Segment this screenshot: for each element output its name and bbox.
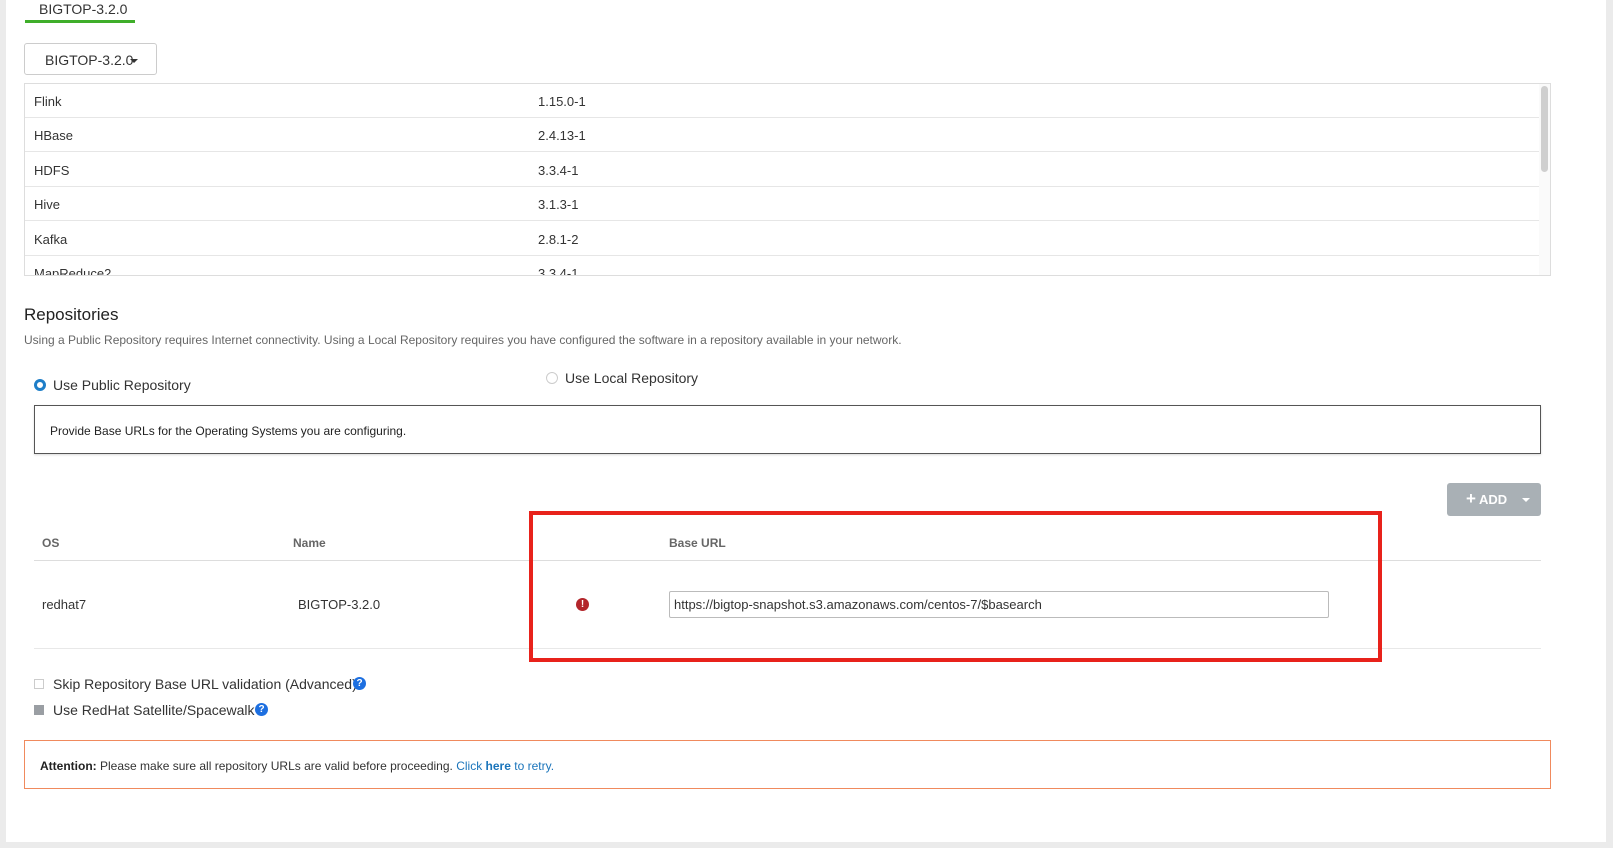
table-row: HDFS 3.3.4-1 <box>25 153 1540 187</box>
add-button-label: ADD <box>1479 492 1508 507</box>
column-header-name: Name <box>293 536 326 550</box>
attention-alert: Attention: Please make sure all reposito… <box>24 740 1551 789</box>
column-header-os: OS <box>42 536 60 550</box>
service-name: HBase <box>34 128 74 143</box>
retry-link-text[interactable]: to retry. <box>514 759 554 773</box>
service-name: MapReduce2 <box>34 266 112 276</box>
info-text: Provide Base URLs for the Operating Syst… <box>50 424 407 438</box>
chevron-down-icon <box>1522 498 1530 502</box>
table-row: MapReduce2 3.3.4-1 <box>25 256 1540 276</box>
service-name: Kafka <box>34 232 68 247</box>
add-os-button[interactable]: + ADD <box>1447 483 1541 516</box>
radio-local-repository[interactable] <box>546 372 558 384</box>
plus-icon: + <box>1466 489 1476 508</box>
service-version: 3.3.4-1 <box>538 266 579 276</box>
help-icon[interactable]: ? <box>255 703 268 716</box>
service-version: 2.4.13-1 <box>538 128 586 143</box>
repositories-title: Repositories <box>24 305 119 324</box>
service-name: Flink <box>34 94 62 109</box>
radio-public-label[interactable]: Use Public Repository <box>53 377 191 393</box>
skip-validation-label[interactable]: Skip Repository Base URL validation (Adv… <box>53 676 357 692</box>
service-version: 3.3.4-1 <box>538 163 579 178</box>
repositories-description: Using a Public Repository requires Inter… <box>24 333 902 347</box>
service-name: Hive <box>34 197 61 212</box>
table-scrollbar[interactable] <box>1539 84 1550 275</box>
help-icon[interactable]: ? <box>353 677 366 690</box>
version-dropdown-label: BIGTOP-3.2.0 <box>45 52 134 68</box>
scrollbar-thumb[interactable] <box>1541 86 1548 172</box>
satellite-label[interactable]: Use RedHat Satellite/Spacewalk <box>53 702 255 718</box>
table-row: Kafka 2.8.1-2 <box>25 222 1540 256</box>
table-row: Flink 1.15.0-1 <box>25 84 1540 118</box>
skip-validation-checkbox[interactable] <box>34 679 44 689</box>
version-dropdown-button[interactable]: BIGTOP-3.2.0 <box>24 43 157 75</box>
service-version: 2.8.1-2 <box>538 232 579 247</box>
service-version: 3.1.3-1 <box>538 197 579 212</box>
stack-services-table: Flink 1.15.0-1 HBase 2.4.13-1 HDFS 3.3.4… <box>24 83 1551 276</box>
alert-prefix: Attention: <box>40 759 97 773</box>
base-url-info-box: Provide Base URLs for the Operating Syst… <box>34 405 1541 454</box>
retry-link-click[interactable]: Click <box>456 759 482 773</box>
tab-bigtop[interactable]: BIGTOP-3.2.0 <box>25 0 135 23</box>
retry-link-here[interactable]: here <box>486 759 511 773</box>
alert-message: Please make sure all repository URLs are… <box>100 759 453 773</box>
satellite-checkbox[interactable] <box>34 705 44 715</box>
repo-os-cell: redhat7 <box>42 597 87 612</box>
radio-local-label[interactable]: Use Local Repository <box>565 370 698 386</box>
chevron-down-icon <box>130 59 138 63</box>
service-name: HDFS <box>34 163 70 178</box>
repo-name-cell: BIGTOP-3.2.0 <box>298 597 381 612</box>
service-version: 1.15.0-1 <box>538 94 586 109</box>
radio-public-repository[interactable] <box>34 379 46 391</box>
highlight-box <box>529 511 1382 662</box>
table-row: Hive 3.1.3-1 <box>25 187 1540 221</box>
tab-label: BIGTOP-3.2.0 <box>39 1 128 17</box>
table-row: HBase 2.4.13-1 <box>25 118 1540 152</box>
